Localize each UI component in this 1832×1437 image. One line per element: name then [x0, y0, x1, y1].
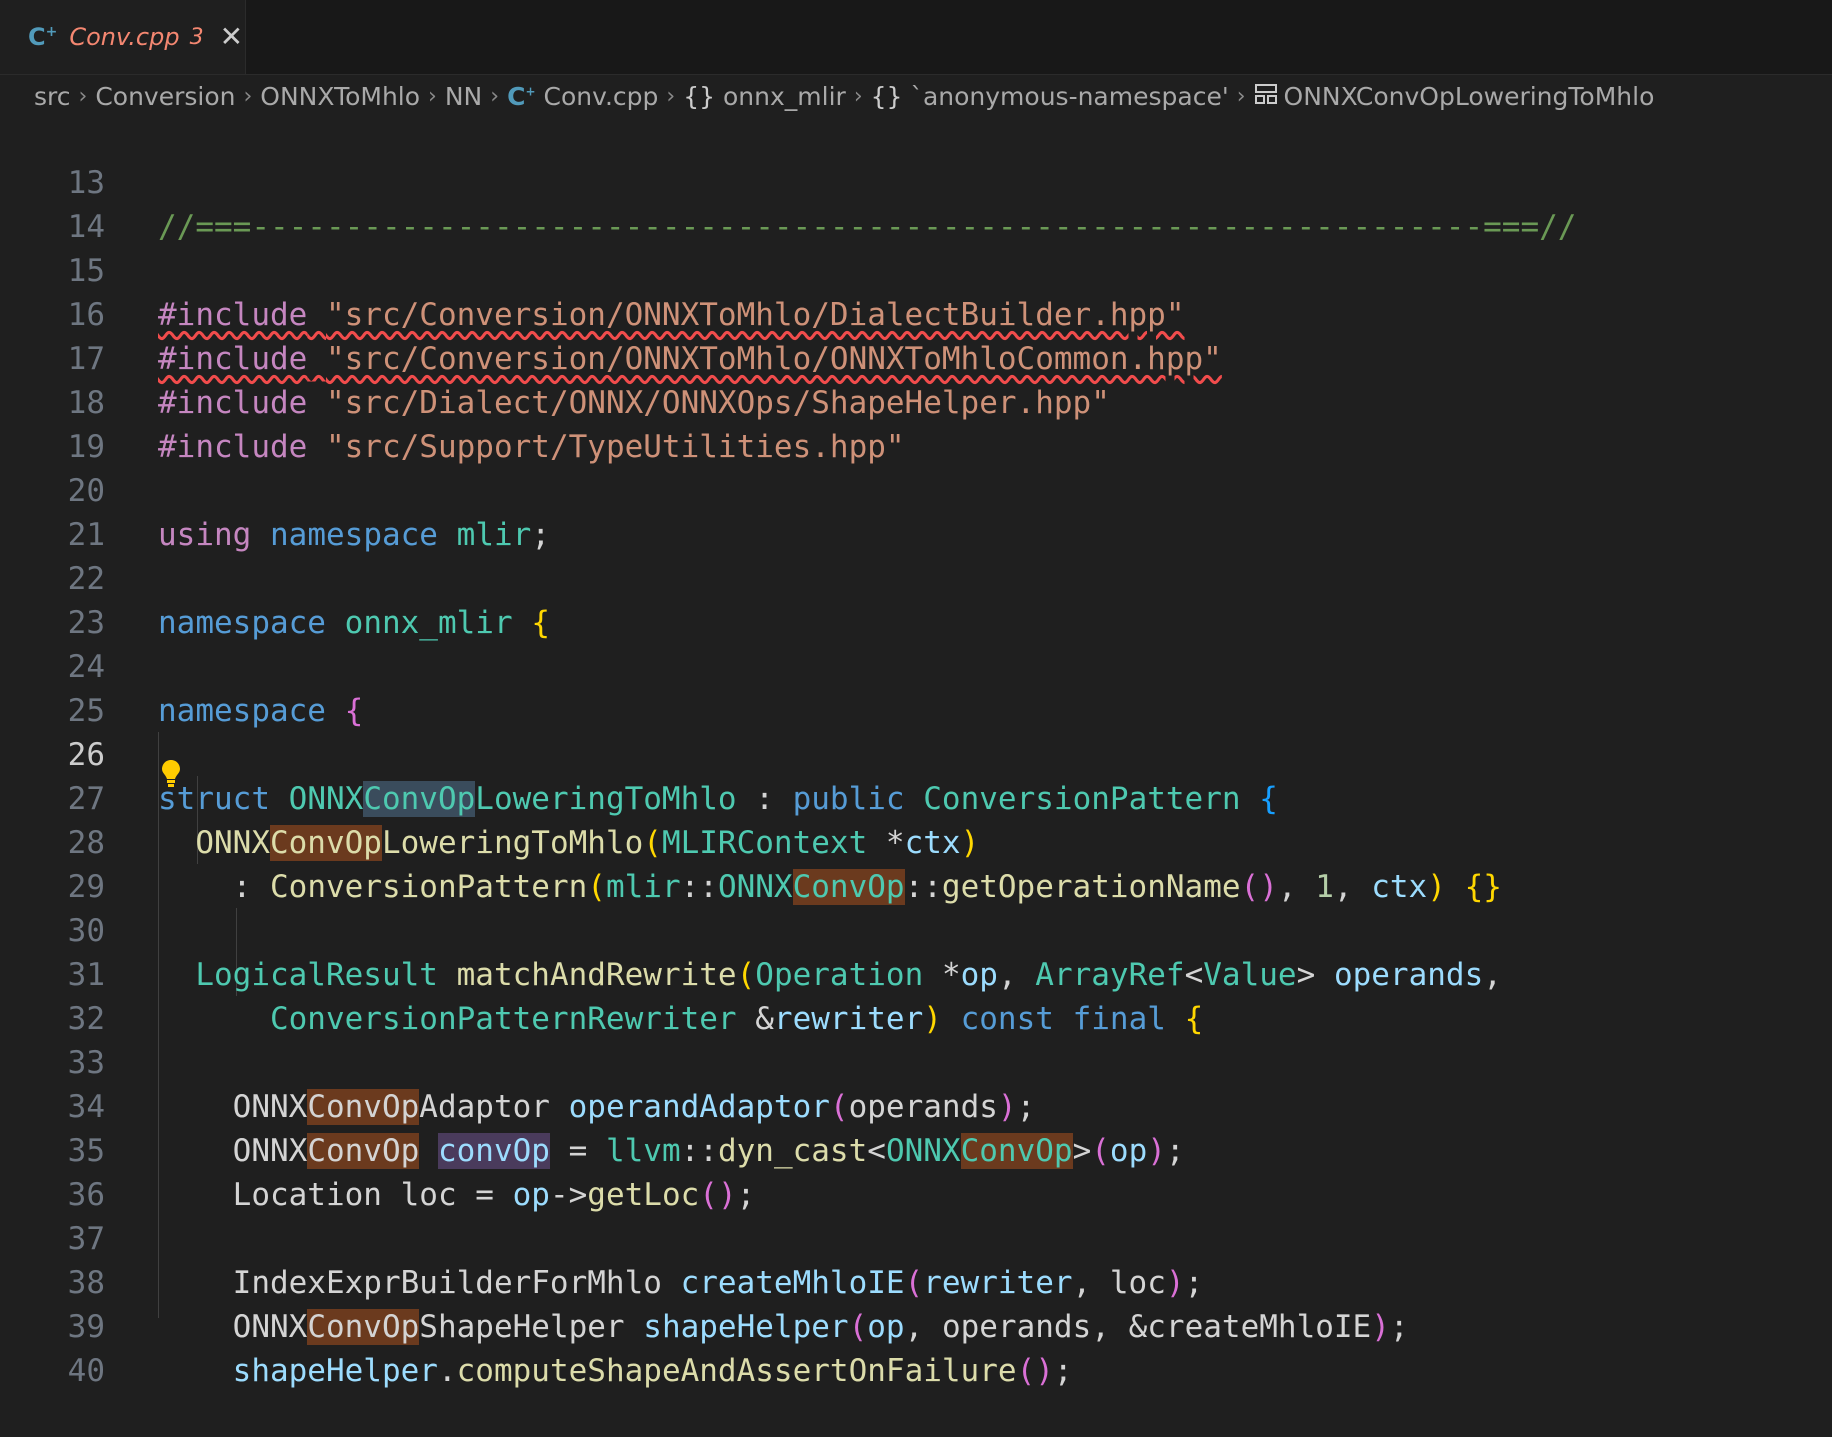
code-line: 20 using namespace mlir; — [0, 425, 1832, 553]
code-line: 40 — [0, 1305, 1832, 1389]
code-line: 22 namespace onnx_mlir { — [0, 513, 1832, 641]
tab-filename: Conv.cpp — [69, 23, 180, 51]
breadcrumb-conv-cpp[interactable]: Conv.cpp — [544, 82, 659, 111]
code-line: 23 — [0, 557, 1832, 641]
breadcrumb-conversion[interactable]: Conversion — [95, 82, 235, 111]
chevron-right-icon: › — [1236, 83, 1246, 109]
code-line: 19 — [0, 381, 1832, 465]
breadcrumb-anonymous-namespace[interactable]: `anonymous-namespace' — [910, 82, 1228, 111]
chevron-right-icon: › — [78, 83, 88, 109]
namespace-icon: {} — [683, 81, 716, 111]
breadcrumb-src[interactable]: src — [34, 82, 71, 111]
code-line: 13 //===--------------------------------… — [0, 117, 1832, 245]
chevron-right-icon: › — [666, 83, 676, 109]
chevron-right-icon: › — [490, 83, 500, 109]
code-line: 25 — [0, 645, 1832, 729]
cpp-file-icon: C+ — [507, 81, 536, 111]
tab-conv-cpp[interactable]: C+ Conv.cpp 3 ✕ — [0, 0, 246, 74]
line-content: shapeHelper.computeShapeAndAssertOnFailu… — [232, 1353, 1073, 1389]
code-line: 34 ONNXConvOp convOp = llvm::dyn_cast<ON… — [0, 1041, 1832, 1169]
code-line: 21 — [0, 469, 1832, 553]
code-line: 31 ConversionPatternRewriter &rewriter) … — [0, 909, 1832, 1037]
code-line: 26 struct ONNXConvOpLoweringToMhlo : pub… — [0, 689, 1832, 817]
chevron-right-icon: › — [853, 83, 863, 109]
code-editor[interactable]: 13 //===--------------------------------… — [0, 117, 1832, 1389]
breadcrumb-onnxtomhlo[interactable]: ONNXToMhlo — [260, 82, 420, 111]
code-line: 29 — [0, 821, 1832, 905]
struct-icon — [1254, 82, 1278, 111]
cpp-file-icon: C+ — [28, 23, 58, 51]
chevron-right-icon: › — [243, 83, 253, 109]
breadcrumb-onnx-mlir[interactable]: onnx_mlir — [723, 82, 846, 111]
code-line: 27 ONNXConvOpLoweringToMhlo(MLIRContext … — [0, 733, 1832, 861]
code-line: 14 — [0, 161, 1832, 245]
code-line: 18 #include "src/Support/TypeUtilities.h… — [0, 337, 1832, 465]
code-line: 39 shapeHelper.computeShapeAndAssertOnFa… — [0, 1261, 1832, 1389]
code-line: 16 #include "src/Conversion/ONNXToMhlo/O… — [0, 249, 1832, 377]
problem-count-badge: 3 — [189, 24, 204, 50]
line-number: 40 — [67, 1353, 105, 1389]
code-line: 32 — [0, 953, 1832, 1037]
breadcrumb: src › Conversion › ONNXToMhlo › NN › C+ … — [0, 75, 1832, 117]
code-line: 15 #include "src/Conversion/ONNXToMhlo/D… — [0, 205, 1832, 333]
chevron-right-icon: › — [428, 83, 437, 109]
code-line: 35 Location loc = op->getLoc(); — [0, 1085, 1832, 1213]
code-line: 33 ONNXConvOpAdaptor operandAdaptor(oper… — [0, 997, 1832, 1125]
code-line: 28 : ConversionPattern(mlir::ONNXConvOp:… — [0, 777, 1832, 905]
code-line: 24 namespace { — [0, 601, 1832, 729]
code-line: 38 ONNXConvOpShapeHelper shapeHelper(op,… — [0, 1217, 1832, 1345]
close-icon[interactable]: ✕ — [220, 23, 243, 51]
code-line: 36 — [0, 1129, 1832, 1213]
code-line: 17 #include "src/Dialect/ONNX/ONNXOps/Sh… — [0, 293, 1832, 421]
tab-bar: C+ Conv.cpp 3 ✕ — [0, 0, 1832, 75]
breadcrumb-nn[interactable]: NN — [445, 82, 482, 111]
code-line: 37 IndexExprBuilderForMhlo createMhloIE(… — [0, 1173, 1832, 1301]
code-line: 30 LogicalResult matchAndRewrite(Operati… — [0, 865, 1832, 993]
namespace-icon: {} — [870, 81, 903, 111]
breadcrumb-struct[interactable]: ONNXConvOpLoweringToMhlo — [1284, 82, 1655, 111]
